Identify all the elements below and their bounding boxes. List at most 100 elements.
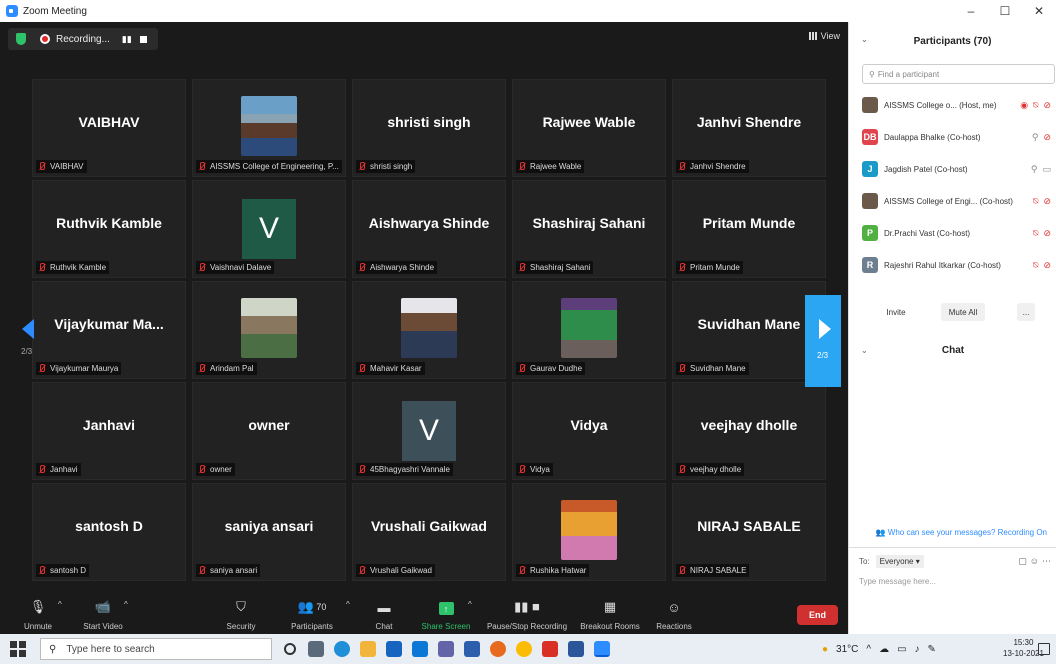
audio-options-caret-icon[interactable]: ^: [58, 600, 62, 609]
participants-options-caret-icon[interactable]: ^: [346, 600, 350, 609]
participant-tile[interactable]: V Vaishnavi Dalave: [192, 180, 346, 278]
unmute-label: Unmute: [23, 622, 52, 631]
close-button[interactable]: ✕: [1022, 0, 1056, 22]
participant-tile[interactable]: Shashiraj Sahani Shashiraj Sahani: [512, 180, 666, 278]
participant-tile[interactable]: Vijaykumar Ma... Vijaykumar Maurya: [32, 281, 186, 379]
participant-row[interactable]: R Rajeshri Rahul Itkarkar (Co-host) ⍉ ⊘: [862, 254, 1055, 276]
acrobat-icon[interactable]: [542, 641, 558, 657]
participant-tile[interactable]: saniya ansari saniya ansari: [192, 483, 346, 581]
participant-tile[interactable]: Vidya Vidya: [512, 382, 666, 480]
muted-mic-icon[interactable]: ⍉: [1033, 196, 1038, 207]
maximize-button[interactable]: ☐: [988, 0, 1022, 22]
chat-button[interactable]: ▬ Chat: [368, 592, 400, 634]
video-icon[interactable]: ▭: [1042, 164, 1051, 175]
share-options-caret-icon[interactable]: ^: [468, 600, 472, 609]
participant-tile[interactable]: AISSMS College of Engineering, P...: [192, 79, 346, 177]
mute-all-button[interactable]: Mute All: [941, 303, 985, 321]
windows-start-icon[interactable]: [10, 641, 26, 657]
app-icon[interactable]: [464, 641, 480, 657]
taskbar-search-input[interactable]: ⚲ Type here to search: [40, 638, 272, 660]
muted-mic-icon[interactable]: ⍉: [1033, 260, 1038, 271]
video-off-icon[interactable]: ⊘: [1043, 196, 1051, 207]
participant-row[interactable]: DB Daulappa Bhalke (Co-host) ⚲ ⊘: [862, 126, 1055, 148]
chrome-icon[interactable]: [516, 641, 532, 657]
participant-label-text: Vijaykumar Maurya: [50, 364, 119, 373]
participant-tile[interactable]: owner owner: [192, 382, 346, 480]
participant-tile[interactable]: Gaurav Dudhe: [512, 281, 666, 379]
participant-tile[interactable]: VAIBHAV VAIBHAV: [32, 79, 186, 177]
task-view-icon[interactable]: [308, 641, 324, 657]
end-meeting-button[interactable]: End: [797, 605, 838, 625]
participant-tile[interactable]: NIRAJ SABALE NIRAJ SABALE: [672, 483, 826, 581]
muted-mic-icon[interactable]: ⍉: [1033, 100, 1038, 111]
store-icon[interactable]: [386, 641, 402, 657]
video-off-icon[interactable]: ⊘: [1043, 132, 1051, 143]
share-screen-button[interactable]: ↑ Share Screen: [418, 592, 474, 634]
tray-chevron-icon[interactable]: ^: [866, 644, 871, 655]
avatar-initial: V: [242, 199, 296, 259]
participant-tile[interactable]: V 45Bhagyashri Vannale: [352, 382, 506, 480]
teams-icon[interactable]: [438, 641, 454, 657]
edge-icon[interactable]: [334, 641, 350, 657]
participant-tile[interactable]: Janhavi Janhavi: [32, 382, 186, 480]
notification-center-icon[interactable]: [1038, 643, 1050, 655]
video-off-icon[interactable]: ⊘: [1043, 100, 1051, 111]
reactions-button[interactable]: ☺ Reactions: [652, 592, 696, 634]
zoom-taskbar-icon[interactable]: [594, 641, 610, 657]
pen-icon[interactable]: ✎: [928, 644, 936, 655]
cortana-icon[interactable]: [284, 643, 296, 655]
participant-tile[interactable]: Suvidhan Mane Suvidhan Mane: [672, 281, 826, 379]
view-button[interactable]: View: [808, 31, 840, 41]
participant-tile[interactable]: Janhvi Shendre Janhvi Shendre: [672, 79, 826, 177]
participant-search-input[interactable]: ⚲ Find a participant: [862, 64, 1055, 84]
participant-tile[interactable]: santosh D santosh D: [32, 483, 186, 581]
chat-message-input[interactable]: Type message here...: [859, 577, 936, 586]
participant-tile[interactable]: Vrushali Gaikwad Vrushali Gaikwad: [352, 483, 506, 581]
start-video-button[interactable]: 📹 Start Video: [76, 592, 130, 634]
participant-tile[interactable]: Ruthvik Kamble Ruthvik Kamble: [32, 180, 186, 278]
recipient-select[interactable]: Everyone ▾: [875, 555, 924, 568]
participant-tile[interactable]: Arindam Pal: [192, 281, 346, 379]
video-off-icon[interactable]: ⊘: [1043, 228, 1051, 239]
participants-button[interactable]: 👥 70 Participants: [284, 592, 340, 634]
file-emoji-more-icons[interactable]: ▢☺⋯: [1018, 556, 1054, 567]
volume-icon[interactable]: ♪: [915, 644, 920, 655]
stop-recording-button[interactable]: [139, 35, 147, 43]
pause-recording-button[interactable]: ▮▮: [122, 34, 132, 45]
mic-icon[interactable]: ⚲: [1032, 132, 1039, 143]
security-button[interactable]: ⛉ Security: [222, 592, 260, 634]
participant-tile[interactable]: shristi singh shristi singh: [352, 79, 506, 177]
participant-row[interactable]: P Dr.Prachi Vast (Co-host) ⍉ ⊘: [862, 222, 1055, 244]
more-options-button[interactable]: ...: [1017, 303, 1035, 321]
participant-tile[interactable]: Aishwarya Shinde Aishwarya Shinde: [352, 180, 506, 278]
invite-button[interactable]: Invite: [881, 303, 911, 321]
participant-tile[interactable]: Rushika Hatwar: [512, 483, 666, 581]
file-explorer-icon[interactable]: [360, 641, 376, 657]
cloud-icon[interactable]: ☁: [879, 644, 889, 655]
video-off-icon[interactable]: ⊘: [1043, 260, 1051, 271]
muted-mic-icon[interactable]: ⍉: [1033, 228, 1038, 239]
app-round-icon[interactable]: [490, 641, 506, 657]
avatar: P: [862, 225, 878, 241]
mail-icon[interactable]: [412, 641, 428, 657]
unmute-button[interactable]: 🎙 Unmute: [18, 592, 58, 634]
chat-chevron-down-icon[interactable]: ⌄: [861, 346, 868, 355]
next-page-button[interactable]: 2/3: [805, 295, 841, 387]
chevron-down-icon[interactable]: ⌄: [861, 35, 868, 44]
pause-stop-recording-button[interactable]: ▮▮ ■ Pause/Stop Recording: [484, 592, 570, 634]
who-can-see-messages-link[interactable]: 👥 Who can see your messages? Recording O…: [849, 528, 1056, 537]
video-options-caret-icon[interactable]: ^: [124, 600, 128, 609]
participant-row[interactable]: AISSMS College o... (Host, me) ◉ ⍉ ⊘: [862, 94, 1055, 116]
participant-tile[interactable]: Pritam Munde Pritam Munde: [672, 180, 826, 278]
participant-row[interactable]: J Jagdish Patel (Co-host) ⚲ ▭: [862, 158, 1055, 180]
network-icon[interactable]: ▭: [897, 644, 906, 655]
participant-tile[interactable]: Mahavir Kasar: [352, 281, 506, 379]
mic-icon[interactable]: ⚲: [1031, 164, 1038, 175]
participant-tile[interactable]: veejhay dholle veejhay dholle: [672, 382, 826, 480]
participant-tile[interactable]: Rajwee Wable Rajwee Wable: [512, 79, 666, 177]
minimize-button[interactable]: –: [954, 0, 988, 22]
participant-row[interactable]: AISSMS College of Engi... (Co-host) ⍉ ⊘: [862, 190, 1055, 212]
word-icon[interactable]: [568, 641, 584, 657]
previous-page-button[interactable]: 2/3: [12, 295, 48, 395]
breakout-rooms-button[interactable]: ▦ Breakout Rooms: [578, 592, 642, 634]
